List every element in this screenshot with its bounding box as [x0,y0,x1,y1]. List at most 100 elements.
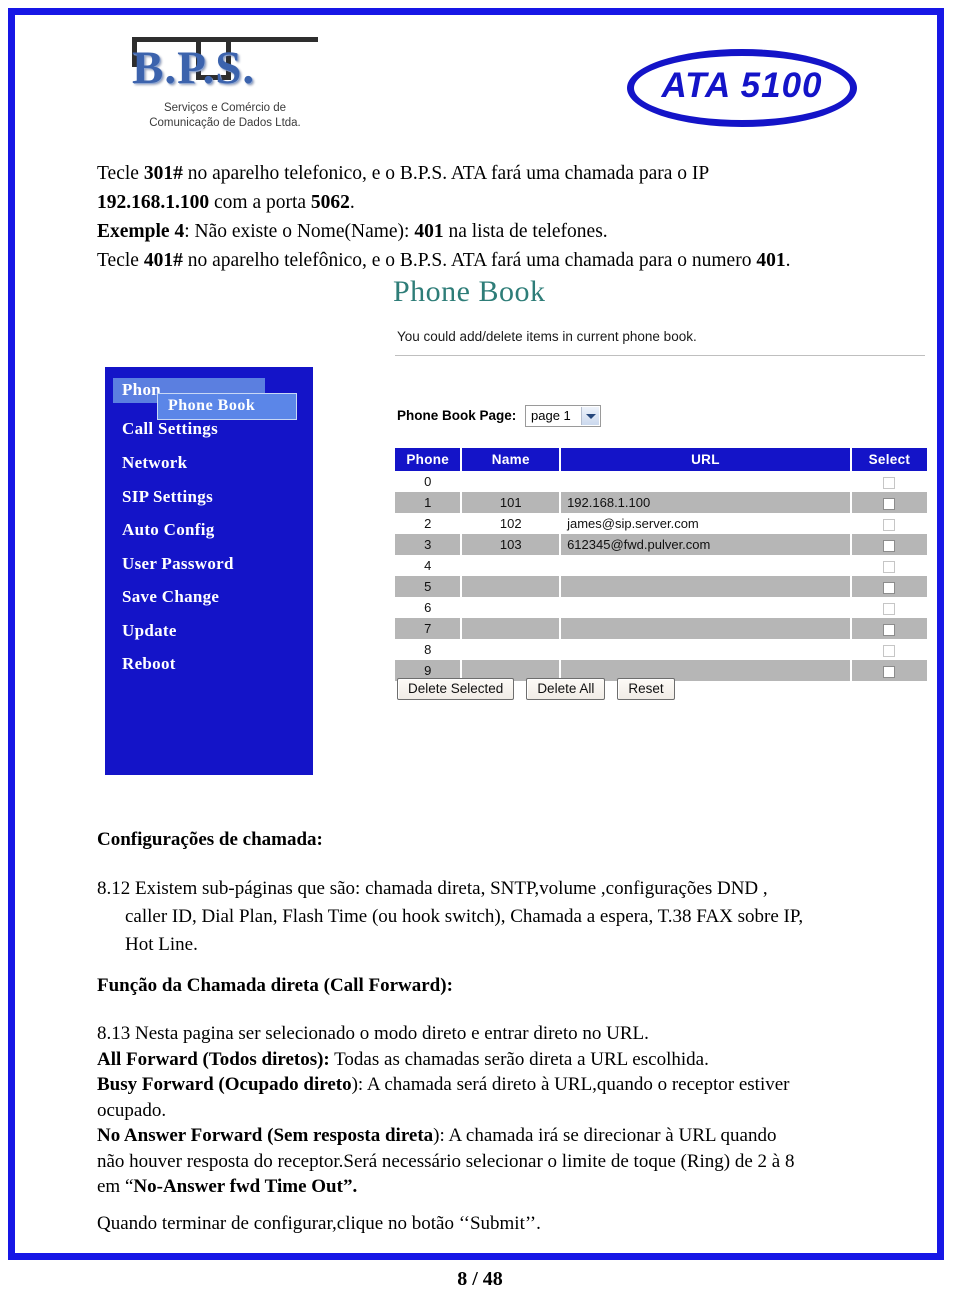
row-select-checkbox[interactable] [883,665,896,678]
paragraph-8-12-line1: 8.12 Existem sub-páginas que são: chamad… [97,878,768,899]
sidebar-phone-book-tooltip[interactable]: Phone Book [157,393,297,420]
phone-book-actions: Delete Selected Delete All Reset [397,678,683,700]
cell-select [850,597,927,618]
table-row: 6 [395,597,927,618]
delete-all-button[interactable]: Delete All [526,678,606,700]
cell-phone: 0 [395,471,463,492]
sidebar-item-sip-settings[interactable]: SIP Settings [122,487,213,507]
sidebar-item-network[interactable]: Network [122,453,187,473]
paragraph-8-13: 8.13 Nesta pagina ser selecionado o modo… [97,1021,897,1200]
cell-url: 612345@fwd.pulver.com [560,534,852,555]
row-select-checkbox[interactable] [883,539,896,552]
no-answer-text2: não houver resposta do receptor.Será nec… [97,1150,795,1172]
table-header-row: Phone Name URL Select [395,448,927,471]
table-row: 4 [395,555,927,576]
bps-logo-subtitle-line1: Serviços e Comércio de [163,102,287,114]
no-answer-forward-line: No Answer Forward (Sem resposta direta):… [97,1123,897,1149]
phone-book-page-select[interactable]: page 1 [525,405,601,427]
column-header-phone: Phone [395,448,463,471]
section-heading-call-forward: Função da Chamada direta (Call Forward): [97,975,453,997]
sidebar-item-update[interactable]: Update [122,621,177,641]
cell-name [461,597,562,618]
cell-phone: 6 [395,597,463,618]
cell-name: 103 [461,534,562,555]
row-select-checkbox[interactable] [883,581,896,594]
intro-ip-address: 192.168.1.100 [97,192,210,213]
sidebar-phone-book-tooltip-label: Phone Book [168,397,256,414]
row-select-checkbox[interactable] [883,560,896,573]
busy-forward-label-en: Busy Forward ( [97,1074,225,1095]
document-header: B.P.S. Serviços e Comércio de Comunicaçã… [15,15,937,150]
sidebar-item-phone-book[interactable]: Phon [122,380,161,400]
row-select-checkbox[interactable] [883,497,896,510]
table-row: 8 [395,639,927,660]
paragraph-8-12-line3: Hot Line. [125,934,198,955]
cell-url [560,555,852,576]
intro-line-2: 192.168.1.100 com a porta 5062. [97,192,355,213]
cell-phone: 8 [395,639,463,660]
column-header-select: Select [850,448,927,471]
cell-name [461,639,562,660]
table-row: 2 102 james@sip.server.com [395,513,927,534]
cell-select [850,639,927,660]
phone-book-table: Phone Name URL Select 0 1 101 192.168.1.100… [395,448,927,681]
cell-phone: 4 [395,555,463,576]
closing-paragraph: Quando terminar de configurar,clique no … [97,1213,541,1234]
cell-select [850,534,927,555]
table-row: 5 [395,576,927,597]
row-select-checkbox[interactable] [883,518,896,531]
cell-select [850,660,927,681]
cell-select [850,492,927,513]
intro-paragraph: Tecle 301# no aparelho telefonico, e o B… [97,159,897,275]
sidebar-item-reboot[interactable]: Reboot [122,654,176,674]
busy-forward-label-pt: Ocupado direto [224,1074,352,1095]
cell-name [461,576,562,597]
no-answer-label-en: No Answer Forward ( [97,1125,274,1146]
no-answer-label-pt: Sem resposta direta [273,1125,434,1146]
row-select-checkbox[interactable] [883,476,896,489]
call-forward-heading-en: (Call Forward): [318,975,453,996]
sidebar-item-call-settings[interactable]: Call Settings [122,419,218,439]
table-row: 3 103 612345@fwd.pulver.com [395,534,927,555]
sidebar-item-user-password[interactable]: User Password [122,554,234,574]
sidebar-nav: Phon Phone Book Call Settings Network SI… [105,367,313,775]
cell-name [461,618,562,639]
no-answer-text3: em “No-Answer fwd Time Out”. [97,1174,897,1200]
cell-select [850,471,927,492]
intro-code-301: 301# [143,163,183,184]
ata-badge-label: ATA 5100 [661,66,823,105]
paragraph-8-13-line1: 8.13 Nesta pagina ser selecionado o modo… [97,1023,649,1044]
bps-logo-letters: B.P.S. [132,42,256,94]
cell-url: 192.168.1.100 [560,492,852,513]
all-forward-line: All Forward (Todos diretos): Todas as ch… [97,1047,897,1073]
sidebar-item-save-change[interactable]: Save Change [122,587,219,607]
cell-phone: 5 [395,576,463,597]
ata-product-badge: ATA 5100 [627,49,857,127]
phone-book-screenshot: Phone Book You could add/delete items in… [101,271,936,791]
intro-code-401: 401# [143,250,183,271]
bps-company-logo: B.P.S. Serviços e Comércio de Comunicaçã… [125,35,325,131]
sidebar-item-auto-config[interactable]: Auto Config [122,520,215,540]
intro-name-401: 401 [414,221,444,242]
busy-forward-text: : A chamada será direto à URL,quando o r… [357,1074,790,1095]
no-answer-text3-prefix: em “ [97,1176,134,1197]
call-forward-heading-pt: Função da Chamada direta [97,975,319,996]
cell-select [850,576,927,597]
row-select-checkbox[interactable] [883,602,896,615]
no-answer-text1: : A chamada irá se direcionar à URL quan… [439,1125,777,1146]
reset-button[interactable]: Reset [617,678,675,700]
row-select-checkbox[interactable] [883,623,896,636]
no-answer-fwd-timeout-label: No-Answer fwd Time Out”. [133,1176,358,1197]
bps-logo-subtitle: Serviços e Comércio de Comunicação de Da… [125,101,325,131]
intro-line-3: Exemple 4: Não existe o Nome(Name): 401 … [97,221,608,242]
phone-book-page-value: page 1 [531,408,571,423]
delete-selected-button[interactable]: Delete Selected [397,678,515,700]
intro-line-1: Tecle 301# no aparelho telefonico, e o B… [97,163,710,184]
document-page-frame: B.P.S. Serviços e Comércio de Comunicaçã… [8,8,944,1260]
row-select-checkbox[interactable] [883,644,896,657]
cell-url: james@sip.server.com [560,513,852,534]
busy-forward-line2: ocupado. [97,1099,167,1121]
cell-phone: 7 [395,618,463,639]
column-header-url: URL [560,448,852,471]
chevron-down-icon[interactable] [581,407,599,425]
